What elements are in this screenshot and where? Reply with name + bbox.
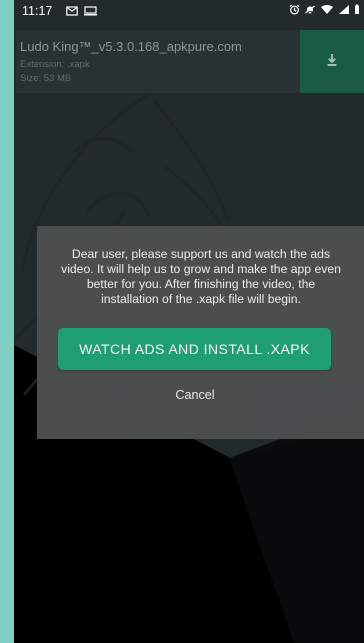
download-button[interactable] [300,30,364,93]
file-name: Ludo King™_v5.3.0.168_apkpure.com [20,39,242,54]
screen-icon [84,5,97,19]
wifi-icon [320,4,334,18]
support-dialog: Dear user, please support us and watch t… [37,226,364,439]
dialog-message: Dear user, please support us and watch t… [61,247,341,306]
watch-ads-install-button[interactable]: WATCH ADS AND INSTALL .XAPK [58,328,331,370]
app-screen: 11:17 Ludo King™_v5.3.0.168_apkpure.com … [14,0,364,643]
battery-icon [354,4,360,18]
file-extension: Extension: .xapk [20,59,90,70]
signal-icon [338,4,350,18]
mail-icon [66,5,78,19]
status-bar: 11:17 [14,0,364,24]
status-left-icons [66,5,97,19]
alarm-icon [289,4,300,18]
cancel-button[interactable]: Cancel [167,386,223,404]
status-time: 11:17 [22,4,53,18]
file-size: Size: 53 MB [20,73,72,84]
status-right-icons [289,4,360,18]
file-card: Ludo King™_v5.3.0.168_apkpure.com Extens… [16,30,364,93]
do-not-disturb-icon [304,4,316,18]
download-icon [325,52,339,71]
